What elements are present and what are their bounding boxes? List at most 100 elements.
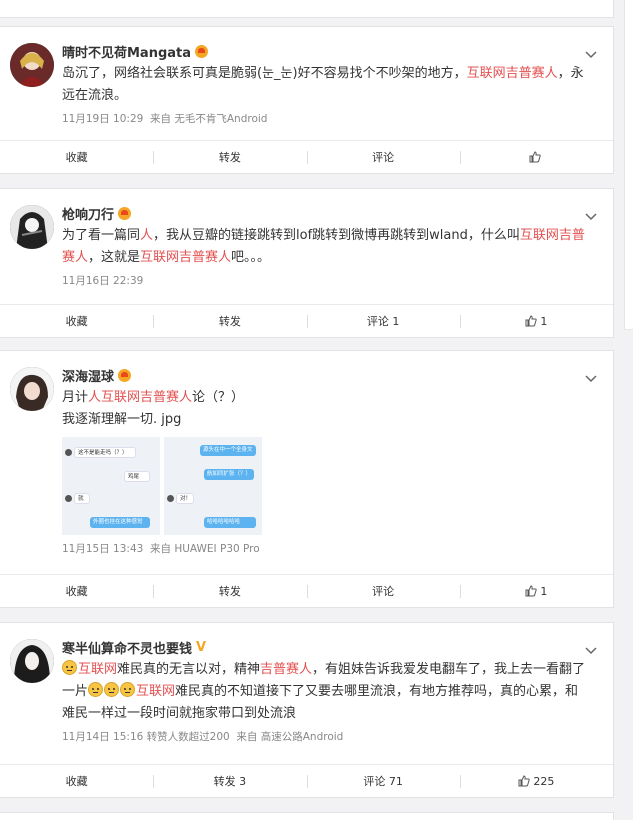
action-bar: 收藏 转发 评论 1 1 bbox=[0, 304, 613, 337]
thumbs-up-icon bbox=[525, 315, 538, 327]
text-segment: ，我从豆瓣的链接跳转到lof跳转到微博再跳转到wland，什么叫 bbox=[153, 228, 520, 243]
username[interactable]: 寒半仙算命不灵也要钱 bbox=[62, 638, 192, 657]
post-card: 寒半仙算命不灵也要钱 V 互联网难民真的无言以对，精神吉普赛人，有姐妹告诉我爱发… bbox=[0, 622, 614, 798]
repost-button[interactable]: 转发 bbox=[153, 141, 306, 173]
collect-label: 收藏 bbox=[65, 775, 88, 788]
like-button[interactable] bbox=[459, 141, 613, 173]
action-bar: 收藏 转发 评论 bbox=[0, 140, 613, 173]
collect-label: 收藏 bbox=[65, 315, 88, 328]
like-count: 1 bbox=[540, 314, 548, 328]
confused-face-emoji-icon bbox=[120, 682, 136, 697]
chat-bubble: 哈哈哈哈哈哈 bbox=[204, 517, 256, 528]
repost-button[interactable]: 转发 bbox=[153, 305, 306, 337]
image-gallery: 这不是能走吗（？） 鸡尾 就 外圈也挂在这种感觉 源头在中一个全身文 航如同扩张… bbox=[62, 437, 613, 535]
post-meta: 11月16日 22:39 bbox=[62, 273, 613, 288]
post-time[interactable]: 11月16日 22:39 bbox=[62, 275, 143, 287]
comment-label: 评论 1 bbox=[366, 315, 400, 328]
chat-bubble: 鸡尾 bbox=[124, 471, 150, 482]
thumbs-up-icon bbox=[529, 151, 541, 163]
topic-link[interactable]: 互联网吉普赛人 bbox=[140, 250, 231, 265]
like-count: 225 bbox=[533, 774, 555, 788]
collect-label: 收藏 bbox=[65, 585, 88, 598]
action-bar: 收藏 转发 3 评论 71 225 bbox=[0, 764, 613, 797]
post-time[interactable]: 11月19日 10:29 bbox=[62, 113, 143, 125]
post-source: 来自 高速公路Android bbox=[236, 731, 344, 743]
text-segment: 为了看一篇同 bbox=[62, 228, 141, 243]
post-text: 月计人互联网吉普赛人论（？） bbox=[62, 387, 613, 409]
comment-label: 评论 71 bbox=[363, 775, 403, 788]
member-badge-icon[interactable] bbox=[195, 44, 209, 58]
post-source: 来自 HUAWEI P30 Pro bbox=[150, 543, 260, 555]
repost-count-note: 转赞人数超过200 bbox=[146, 731, 230, 743]
chat-bubble: 就 bbox=[74, 493, 90, 504]
username[interactable]: 深海湿球 bbox=[62, 366, 114, 385]
like-button[interactable]: 225 bbox=[459, 765, 613, 797]
topic-link[interactable]: 人 bbox=[140, 228, 153, 243]
post-text: 为了看一篇同人，我从豆瓣的链接跳转到lof跳转到微博再跳转到wland，什么叫互… bbox=[62, 225, 613, 269]
post-card: 深海湿球 月计人互联网吉普赛人论（？） 我逐渐理解一切. jpg 这不是能走吗（… bbox=[0, 350, 614, 608]
like-button[interactable]: 1 bbox=[459, 575, 613, 607]
thumbs-up-icon bbox=[518, 775, 531, 787]
repost-label: 转发 bbox=[218, 151, 241, 164]
comment-button[interactable]: 评论 71 bbox=[306, 765, 460, 797]
repost-button[interactable]: 转发 bbox=[153, 575, 306, 607]
collect-label: 收藏 bbox=[65, 151, 88, 164]
comment-button[interactable]: 评论 1 bbox=[306, 305, 460, 337]
post-text-line: 我逐渐理解一切. jpg bbox=[62, 412, 182, 427]
username[interactable]: 枪响刀行 bbox=[62, 204, 114, 223]
member-badge-icon[interactable] bbox=[118, 206, 132, 220]
repost-label: 转发 3 bbox=[213, 775, 247, 788]
post-time[interactable]: 11月14日 15:16 bbox=[62, 731, 143, 743]
comment-button[interactable]: 评论 bbox=[306, 575, 460, 607]
post-text: 互联网难民真的无言以对，精神吉普赛人，有姐妹告诉我爱发电翻车了，我上去一看翻了一… bbox=[62, 659, 613, 725]
comment-label: 评论 bbox=[372, 585, 395, 598]
repost-label: 转发 bbox=[218, 585, 241, 598]
action-bar: 收藏 转发 评论 1 bbox=[0, 574, 613, 607]
repost-label: 转发 bbox=[218, 315, 241, 328]
chat-bubble: 对！ bbox=[176, 493, 194, 504]
post-card: 枪响刀行 为了看一篇同人，我从豆瓣的链接跳转到lof跳转到微博再跳转到wland… bbox=[0, 188, 614, 338]
post-source: 来自 无毛不肯飞Android bbox=[150, 113, 268, 125]
text-segment: 吧。。。 bbox=[231, 250, 271, 265]
post-meta: 11月14日 15:16 转赞人数超过200 来自 高速公路Android bbox=[62, 729, 613, 744]
chat-bubble: 外圈也挂在这种感觉 bbox=[90, 517, 150, 528]
collect-button[interactable]: 收藏 bbox=[0, 305, 153, 337]
comment-label: 评论 bbox=[372, 151, 395, 164]
member-badge-icon[interactable] bbox=[118, 368, 132, 382]
confused-face-emoji-icon bbox=[104, 682, 120, 697]
text-segment: ，这就是 bbox=[88, 250, 141, 265]
topic-link[interactable]: 互联网 bbox=[136, 684, 175, 699]
collect-button[interactable]: 收藏 bbox=[0, 141, 153, 173]
collect-button[interactable]: 收藏 bbox=[0, 575, 153, 607]
page-scrollbar[interactable] bbox=[624, 0, 633, 330]
username[interactable]: 晴时不见荷Mangata bbox=[62, 42, 191, 61]
post-meta: 11月19日 10:29 来自 无毛不肯飞Android bbox=[62, 111, 613, 126]
chat-screenshot-image[interactable]: 源头在中一个全身文 航如同扩张（？） 对！ 哈哈哈哈哈哈 bbox=[164, 437, 262, 535]
comment-button[interactable]: 评论 bbox=[306, 141, 460, 173]
topic-link[interactable]: 互联网吉普赛人 bbox=[467, 66, 558, 81]
previous-post-card-stub bbox=[0, 0, 614, 18]
like-button[interactable]: 1 bbox=[459, 305, 613, 337]
post-text: 岛沉了，网络社会联系可真是脆弱(눈_눈)好不容易找个不吵架的地方，互联网吉普赛人… bbox=[62, 63, 613, 107]
repost-button[interactable]: 转发 3 bbox=[153, 765, 306, 797]
post-meta: 11月15日 13:43 来自 HUAWEI P30 Pro bbox=[62, 541, 613, 556]
verified-v-icon[interactable]: V bbox=[196, 640, 206, 655]
collect-button[interactable]: 收藏 bbox=[0, 765, 153, 797]
thumbs-up-icon bbox=[525, 585, 538, 597]
next-post-card-stub bbox=[0, 812, 614, 820]
post-time[interactable]: 11月15日 13:43 bbox=[62, 543, 143, 555]
post-card: 晴时不见荷Mangata 岛沉了，网络社会联系可真是脆弱(눈_눈)好不容易找个不… bbox=[0, 26, 614, 174]
chat-screenshot-image[interactable]: 这不是能走吗（？） 鸡尾 就 外圈也挂在这种感觉 bbox=[62, 437, 160, 535]
text-segment: 论（？） bbox=[192, 390, 245, 405]
text-segment: 难民真的无言以对，精神 bbox=[117, 662, 261, 677]
chat-bubble: 这不是能走吗（？） bbox=[74, 447, 136, 458]
like-count: 1 bbox=[540, 584, 548, 598]
topic-link[interactable]: 互联网 bbox=[78, 662, 117, 677]
chat-bubble: 航如同扩张（？） bbox=[204, 469, 254, 480]
topic-link[interactable]: 人互联网吉普赛人 bbox=[88, 390, 192, 405]
chat-bubble: 源头在中一个全身文 bbox=[200, 445, 256, 456]
confused-face-emoji-icon bbox=[88, 682, 104, 697]
text-segment: 岛沉了，网络社会联系可真是脆弱(눈_눈)好不容易找个不吵架的地方， bbox=[62, 66, 467, 81]
confused-face-emoji-icon bbox=[62, 660, 77, 675]
topic-link[interactable]: 吉普赛人 bbox=[260, 662, 312, 677]
